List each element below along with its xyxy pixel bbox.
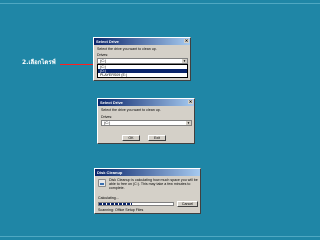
disk-cleanup-dialog: Disk Cleanup Disk Cleanup is calculating…	[94, 168, 201, 214]
dialog-prompt: Select the drive you want to clean up.	[97, 47, 157, 51]
chevron-down-icon[interactable]: ▼	[186, 121, 191, 125]
bg-rule-top	[0, 3, 320, 4]
cancel-button[interactable]: Cancel	[177, 201, 198, 207]
calculating-label: Calculating...	[98, 196, 119, 200]
ok-button[interactable]: OK	[122, 135, 140, 141]
cleanup-message: Disk Cleanup is calculating how much spa…	[109, 178, 198, 190]
drives-dropdown-list: (C:) (D:) PLAYERS09 (E:)	[97, 64, 188, 78]
selected-drive: (C:)	[104, 121, 111, 125]
chevron-down-icon[interactable]: ▼	[182, 59, 187, 63]
step-label: 2.เลือกไดรฟ์	[22, 59, 56, 66]
title-bar: Select Drive ✕	[94, 38, 190, 45]
title-bar: Select Drive ✕	[98, 99, 194, 106]
close-icon[interactable]: ✕	[188, 100, 193, 104]
annotation-arrow	[60, 64, 94, 65]
dropdown-option[interactable]: PLAYERS09 (E:)	[98, 73, 187, 77]
drives-combobox[interactable]: (C:) ▼	[101, 120, 192, 126]
progress-fill	[99, 203, 133, 205]
close-icon[interactable]: ✕	[184, 39, 189, 43]
dialog-title: Select Drive	[96, 39, 119, 44]
progress-bar	[98, 202, 174, 206]
scanning-text: Scanning: Office Setup Files	[98, 208, 144, 212]
dialog-prompt: Select the drive you want to clean up.	[101, 108, 161, 112]
drives-label: Drives:	[101, 115, 113, 119]
dialog-title: Disk Cleanup	[97, 170, 123, 175]
bg-rule-bottom	[0, 236, 320, 237]
select-drive-dialog: Select Drive ✕ Select the drive you want…	[97, 98, 195, 144]
drives-label: Drives:	[97, 53, 109, 57]
dialog-title: Select Drive	[100, 100, 123, 105]
exit-button[interactable]: Exit	[148, 135, 166, 141]
disk-cleanup-icon	[98, 179, 106, 187]
title-bar: Disk Cleanup	[95, 169, 200, 176]
select-drive-dialog-open: Select Drive ✕ Select the drive you want…	[93, 37, 191, 81]
selected-drive: (C:)	[100, 59, 107, 63]
